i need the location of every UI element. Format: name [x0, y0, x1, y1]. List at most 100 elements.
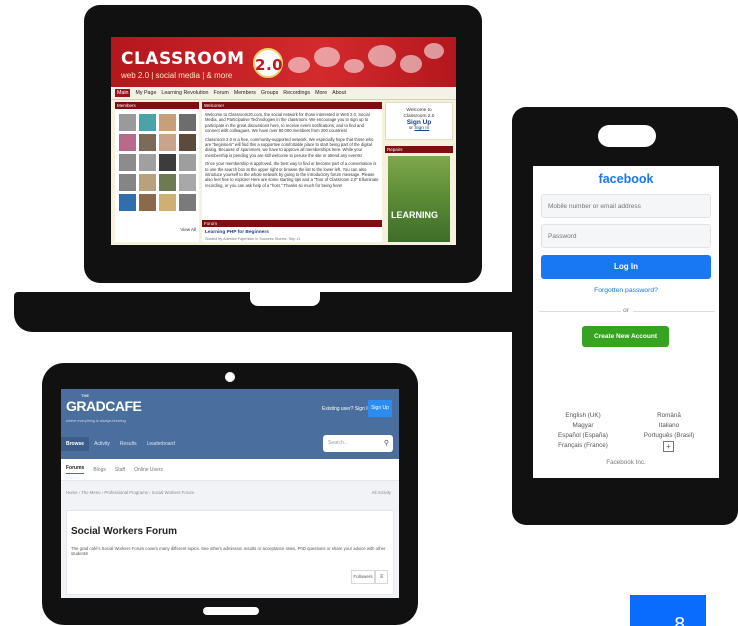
signup-box: Welcome to Classroom 2.0 Sign Up or Sign… — [385, 102, 453, 140]
language-magyar[interactable]: Magyar — [543, 422, 623, 429]
avatar[interactable] — [159, 174, 176, 191]
sign-in-link[interactable]: Existing user? Sign In ▾ — [322, 406, 374, 412]
avatar[interactable] — [159, 114, 176, 131]
facebook-footer: Facebook Inc. — [606, 459, 646, 466]
nav-recordings[interactable]: Recordings — [283, 90, 310, 96]
member-avatar-grid — [119, 114, 196, 211]
password-field[interactable] — [541, 224, 711, 248]
create-account-button[interactable]: Create New Account — [582, 326, 669, 347]
classroom-tagline: web 2.0 | social media | & more — [121, 71, 233, 80]
sign-in-link[interactable]: Sign In — [414, 126, 429, 131]
ad-text: LEARNING — [391, 210, 438, 220]
followers-button[interactable]: Followers — [351, 570, 375, 584]
avatar[interactable] — [179, 114, 196, 131]
email-field[interactable] — [541, 194, 711, 218]
classroom-nav: Main My Page Learning Revolution Forum M… — [111, 87, 456, 100]
classroom-banner: CLASSROOM 2.0 web 2.0 | social media | &… — [111, 37, 456, 87]
log-in-button[interactable]: Log In — [541, 255, 711, 279]
avatar[interactable] — [179, 134, 196, 151]
signin-prefix: or — [408, 126, 413, 131]
welcome-paragraph-1: Welcome to Classroom20.com, the social n… — [205, 112, 370, 134]
nav-more[interactable]: More — [315, 90, 327, 96]
phone-speaker — [598, 125, 656, 147]
forum-topic-meta: Started by Adenike Fajemisin in Success … — [205, 237, 301, 241]
divider-right — [633, 311, 715, 312]
breadcrumb[interactable]: Home › The Menu › Professional Programs … — [66, 490, 194, 495]
subnav-forums[interactable]: Forums — [66, 465, 85, 474]
nav-about[interactable]: About — [332, 90, 346, 96]
avatar[interactable] — [179, 154, 196, 171]
language-italiano[interactable]: Italiano — [629, 422, 709, 429]
language-francais[interactable]: Français (France) — [543, 442, 623, 449]
phone-screen: facebook Log In Forgotten password? or C… — [533, 166, 719, 478]
nav-members[interactable]: Members — [234, 90, 256, 96]
nav-learning-revolution[interactable]: Learning Revolution — [161, 90, 208, 96]
gradcafe-tagline: where everything is always brewing — [66, 419, 126, 423]
tab-activity[interactable]: Activity — [89, 437, 115, 451]
forum-description: The grad café's Social Workers Forum cov… — [71, 546, 386, 556]
view-all-link[interactable]: View All — [180, 227, 196, 232]
avatar[interactable] — [119, 174, 136, 191]
tablet-screen: THE GRADCAFE where everything is always … — [61, 389, 399, 598]
menu-icon[interactable]: ≡ — [375, 570, 388, 584]
avatar[interactable] — [139, 174, 156, 191]
tab-browse[interactable]: Browse — [61, 437, 90, 451]
welcome-paragraph-2: Classroom 2.0 is a free, community-suppo… — [205, 136, 374, 158]
language-espanol[interactable]: Español (España) — [543, 432, 623, 439]
laptop-notch — [250, 292, 320, 306]
search-icon[interactable]: ⚲ — [384, 435, 389, 452]
search-input[interactable]: Search... ⚲ — [323, 435, 393, 452]
avatar[interactable] — [119, 154, 136, 171]
avatar[interactable] — [139, 194, 156, 211]
gradcafe-tabs: Browse Activity Results Leaderboard — [61, 435, 180, 453]
nav-forum[interactable]: Forum — [214, 90, 229, 96]
avatar[interactable] — [139, 154, 156, 171]
gradcafe-header: THE GRADCAFE where everything is always … — [61, 389, 399, 459]
avatar[interactable] — [159, 134, 176, 151]
forum-card: Social Workers Forum The grad café's Soc… — [66, 510, 394, 595]
sign-up-button[interactable]: Sign Up — [368, 400, 392, 417]
subnav-staff[interactable]: Staff — [115, 467, 125, 473]
language-portugues[interactable]: Português (Brasil) — [629, 432, 709, 439]
forgot-password-link[interactable]: Forgotten password? — [533, 287, 719, 294]
avatar[interactable] — [159, 194, 176, 211]
page-title: Social Workers Forum — [71, 526, 177, 537]
language-english-uk[interactable]: English (UK) — [543, 412, 623, 419]
laptop-screen: CLASSROOM 2.0 web 2.0 | social media | &… — [111, 37, 456, 245]
members-panel: Members View All — [115, 102, 199, 242]
tab-results[interactable]: Results — [115, 437, 142, 451]
welcome-heading: Welcome! — [202, 102, 382, 109]
chat-widget-button[interactable]: 8 — [630, 595, 706, 626]
speech-bubbles-graphic — [278, 43, 448, 81]
avatar[interactable] — [119, 194, 136, 211]
subnav-blogs[interactable]: Blogs — [93, 467, 106, 473]
classroom-logo-text: CLASSROOM — [121, 49, 245, 69]
nav-groups[interactable]: Groups — [261, 90, 278, 96]
learning-ad-image[interactable]: LEARNING — [388, 156, 450, 242]
forum-heading: Forum — [202, 220, 382, 227]
more-languages-button[interactable]: + — [663, 441, 674, 452]
tab-leaderboard[interactable]: Leaderboard — [142, 437, 180, 451]
facebook-logo: facebook — [598, 172, 654, 186]
welcome-paragraph-3: Once your membership is approved, the be… — [205, 161, 379, 188]
avatar[interactable] — [139, 114, 156, 131]
search-placeholder: Search... — [328, 440, 349, 446]
avatar[interactable] — [119, 114, 136, 131]
language-romana[interactable]: Română — [629, 412, 709, 419]
divider-left — [539, 311, 621, 312]
avatar[interactable] — [179, 174, 196, 191]
gradcafe-logo[interactable]: GRADCAFE — [66, 398, 142, 414]
avatar[interactable] — [179, 194, 196, 211]
classroom-body: Members View All Welcome! Welcome to Cla… — [111, 100, 456, 245]
nav-main[interactable]: Main — [115, 89, 131, 97]
gradcafe-subnav: Forums Blogs Staff Online Users — [61, 459, 399, 481]
nav-my-page[interactable]: My Page — [135, 90, 156, 96]
forum-topic-link[interactable]: Learning PHP for Beginners — [205, 230, 269, 235]
subnav-online-users[interactable]: Online Users — [134, 467, 163, 473]
avatar[interactable] — [139, 134, 156, 151]
right-sidebar: Welcome to Classroom 2.0 Sign Up or Sign… — [385, 102, 453, 242]
avatar[interactable] — [159, 154, 176, 171]
avatar[interactable] — [119, 134, 136, 151]
all-activity-link[interactable]: All Activity — [372, 490, 391, 495]
sidebar-heading: Repairs — [385, 146, 453, 153]
